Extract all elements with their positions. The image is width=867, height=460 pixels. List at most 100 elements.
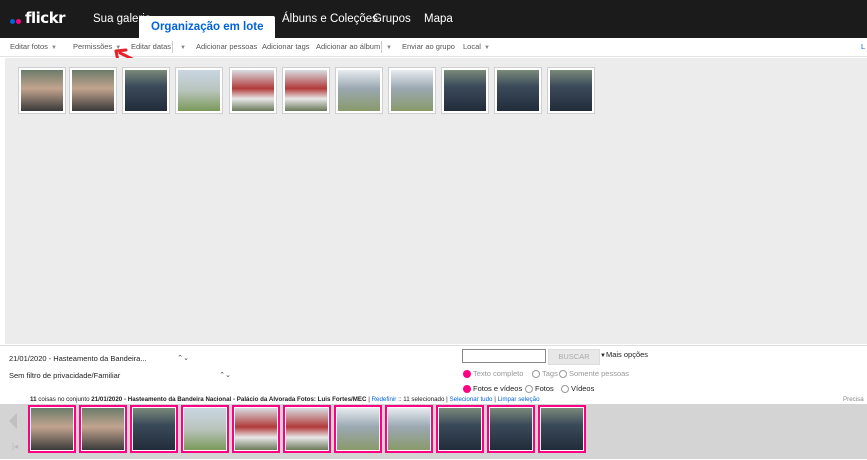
add-to-album-button[interactable]: Adicionar ao álbum — [316, 38, 380, 56]
strip-photo-selected[interactable] — [28, 405, 76, 453]
photo-group-icon — [439, 408, 481, 450]
photo-group-icon — [550, 70, 592, 111]
canvas-photo[interactable] — [69, 67, 117, 114]
scope-full-text-radio[interactable]: Texto completo — [463, 369, 523, 379]
status-separator: | — [368, 396, 370, 403]
media-videos-radio[interactable]: Vídeos — [561, 384, 594, 394]
edit-dates-dropdown[interactable]: ▼ — [177, 38, 186, 56]
photo-group-icon — [125, 70, 167, 111]
strip-photo-selected[interactable] — [385, 405, 433, 453]
photo-band-icon — [286, 408, 328, 450]
canvas-photo[interactable] — [229, 67, 277, 114]
add-to-album-dropdown[interactable]: ▼ — [383, 38, 392, 56]
select-arrows-icon: ⌃⌄ — [219, 372, 231, 379]
tab-organizacao-em-lote[interactable]: Organização em lote — [139, 16, 276, 38]
scope-tags-radio[interactable]: Tags — [532, 369, 558, 379]
strip-photo-selected[interactable] — [79, 405, 127, 453]
search-input[interactable] — [462, 349, 546, 363]
caret-down-icon: ▼ — [50, 45, 57, 51]
strip-photo-selected[interactable] — [334, 405, 382, 453]
toolbar-divider — [172, 41, 173, 53]
strip-photo-selected[interactable] — [538, 405, 586, 453]
status-separator: :: — [398, 396, 402, 403]
photo-band-icon — [232, 70, 274, 111]
canvas-photo[interactable] — [388, 67, 436, 114]
scope-full-text-label: Texto completo — [473, 369, 524, 378]
select-all-link[interactable]: Selecionar tudo — [450, 396, 493, 403]
radio-selected-icon — [463, 384, 471, 393]
media-all-label: Fotos e vídeos — [473, 384, 523, 393]
status-separator: | — [494, 396, 496, 403]
more-options-toggle[interactable]: ▼Mais opções — [600, 350, 648, 359]
radio-icon — [561, 384, 569, 393]
radio-selected-icon — [463, 369, 471, 378]
caret-down-icon: ▼ — [483, 45, 490, 51]
selection-status: 11 coisas no conjunto 21/01/2020 - Haste… — [30, 396, 540, 403]
radio-icon — [525, 384, 533, 393]
search-button[interactable]: BUSCAR — [548, 349, 600, 365]
photo-crowd-icon — [21, 70, 63, 111]
photo-parade-icon — [388, 408, 430, 450]
photo-group-icon — [444, 70, 486, 111]
strip-photo-selected[interactable] — [436, 405, 484, 453]
location-label: Local — [463, 42, 481, 51]
strip-photo-selected[interactable] — [283, 405, 331, 453]
strip-first-icon[interactable]: |◂ — [12, 442, 18, 451]
media-photos-radio[interactable]: Fotos — [525, 384, 554, 394]
photo-crowd-icon — [82, 408, 124, 450]
scope-tags-label: Tags — [542, 369, 558, 378]
select-arrows-icon: ⌃⌄ — [177, 355, 189, 362]
edit-photos-menu[interactable]: Editar fotos ▼ — [10, 38, 57, 56]
photo-field-icon — [178, 70, 220, 111]
item-count: 11 — [30, 396, 37, 403]
strip-prev-arrow-icon[interactable] — [9, 413, 17, 429]
privacy-filter-select[interactable]: Sem filtro de privacidade/Familiar ⌃⌄ — [8, 368, 232, 384]
photo-field-icon — [184, 408, 226, 450]
reset-link[interactable]: Redefinir — [372, 396, 397, 403]
canvas-photo[interactable] — [122, 67, 170, 114]
status-separator: | — [446, 396, 448, 403]
tab-grupos[interactable]: Grupos — [373, 0, 411, 38]
caret-down-icon: ▼ — [180, 45, 186, 51]
photo-parade-icon — [391, 70, 433, 111]
canvas-photo[interactable] — [175, 67, 223, 114]
canvas-photo[interactable] — [335, 67, 383, 114]
set-name: 21/01/2020 - Hasteamento da Bandeira Nac… — [91, 396, 367, 403]
media-all-radio[interactable]: Fotos e vídeos — [463, 384, 522, 394]
photo-group-icon — [133, 408, 175, 450]
photo-parade-icon — [338, 70, 380, 111]
location-menu[interactable]: Local ▼ — [463, 38, 490, 56]
photo-band-icon — [235, 408, 277, 450]
canvas-photo[interactable] — [547, 67, 595, 114]
photo-crowd-icon — [72, 70, 114, 111]
caret-down-icon: ▼ — [386, 45, 392, 51]
photo-crowd-icon — [31, 408, 73, 450]
add-tags-button[interactable]: Adicionar tags — [262, 38, 310, 56]
strip-photo-selected[interactable] — [487, 405, 535, 453]
clear-selection-link[interactable]: Limpar seleção — [498, 396, 540, 403]
canvas-photo[interactable] — [282, 67, 330, 114]
media-videos-label: Vídeos — [571, 384, 595, 393]
radio-icon — [559, 369, 567, 378]
send-to-group-button[interactable]: Enviar ao grupo — [402, 38, 455, 56]
strip-photo-selected[interactable] — [181, 405, 229, 453]
strip-photo-selected[interactable] — [232, 405, 280, 453]
scope-people-radio[interactable]: Somente pessoas — [559, 369, 629, 379]
add-people-button[interactable]: Adicionar pessoas — [196, 38, 257, 56]
photo-parade-icon — [337, 408, 379, 450]
photo-band-icon — [285, 70, 327, 111]
toolbar-right-link[interactable]: L — [861, 38, 865, 56]
tab-mapa[interactable]: Mapa — [424, 0, 453, 38]
canvas-photo[interactable] — [18, 67, 66, 114]
selected-count: 11 selecionado — [403, 396, 445, 403]
photo-group-icon — [497, 70, 539, 111]
canvas-photo[interactable] — [441, 67, 489, 114]
strip-photo-selected[interactable] — [130, 405, 178, 453]
canvas-photo[interactable] — [494, 67, 542, 114]
set-select[interactable]: 21/01/2020 - Hasteamento da Bandeira... … — [8, 351, 190, 367]
set-select-value: 21/01/2020 - Hasteamento da Bandeira... — [9, 354, 147, 363]
tab-albuns-colecoes[interactable]: Álbuns e Coleções — [282, 0, 378, 38]
edit-photos-label: Editar fotos — [10, 42, 48, 51]
flickr-logo[interactable]: flickr — [10, 9, 66, 28]
flickr-dots-icon — [10, 10, 22, 28]
